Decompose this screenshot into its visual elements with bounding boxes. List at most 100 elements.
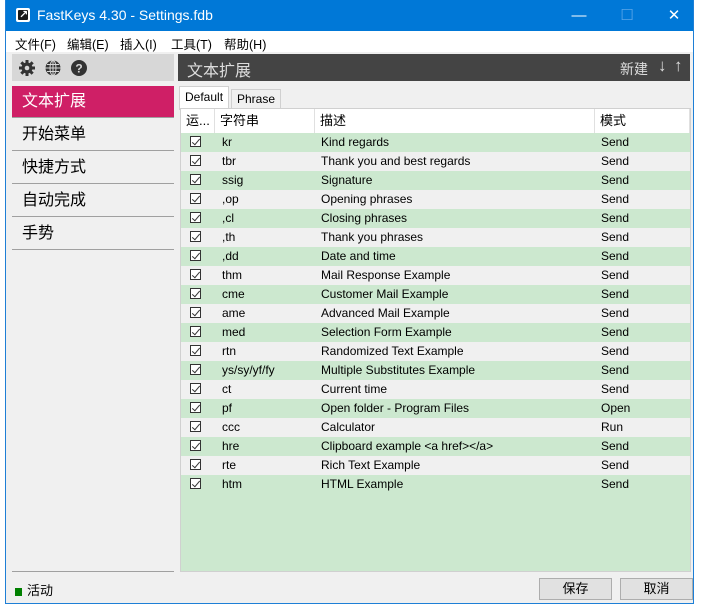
mode-cell: Send (601, 268, 630, 282)
table-row[interactable]: ,cl Closing phrases Send (181, 209, 690, 228)
string-cell: hre (222, 439, 240, 453)
minimize-button[interactable]: — (556, 0, 602, 31)
description-cell: Customer Mail Example (321, 287, 449, 301)
table-row[interactable]: rtn Randomized Text Example Send (181, 342, 690, 361)
mode-cell: Run (601, 420, 624, 434)
active-cell (181, 361, 215, 380)
active-checkbox[interactable] (190, 402, 201, 413)
table-row[interactable]: kr Kind regards Send (181, 133, 690, 152)
close-button[interactable]: ✕ (651, 0, 697, 31)
sidebar-item-autocomplete[interactable]: 自动完成 (12, 185, 174, 217)
description-cell: Thank you phrases (321, 230, 424, 244)
column-header-description[interactable]: 描述 (315, 109, 595, 133)
mode-cell: Send (601, 287, 630, 301)
active-checkbox[interactable] (190, 326, 201, 337)
description-cell: Closing phrases (321, 211, 408, 225)
table-row[interactable]: pf Open folder - Program Files Open (181, 399, 690, 418)
sidebar: 文本扩展 开始菜单 快捷方式 自动完成 手势 (12, 86, 174, 251)
active-checkbox[interactable] (190, 459, 201, 470)
active-checkbox[interactable] (190, 193, 201, 204)
active-checkbox[interactable] (190, 478, 201, 489)
table-row[interactable]: ct Current time Send (181, 380, 690, 399)
table-row[interactable]: ssig Signature Send (181, 171, 690, 190)
table-row[interactable]: htm HTML Example Send (181, 475, 690, 494)
active-cell (181, 247, 215, 266)
string-cell: ,th (222, 230, 236, 244)
active-checkbox[interactable] (190, 212, 201, 223)
move-down-icon[interactable]: ↓ (658, 56, 667, 76)
active-checkbox[interactable] (190, 421, 201, 432)
active-cell (181, 437, 215, 456)
string-cell: htm (222, 477, 243, 491)
table-row[interactable]: rte Rich Text Example Send (181, 456, 690, 475)
gear-icon[interactable] (18, 59, 36, 77)
active-cell (181, 304, 215, 323)
maximize-button[interactable]: ☐ (604, 0, 650, 31)
string-cell: ,cl (222, 211, 234, 225)
table-row[interactable]: ,op Opening phrases Send (181, 190, 690, 209)
table-body: kr Kind regards Send tbr Thank you and best … (181, 133, 690, 494)
table-row[interactable]: ccc Calculator Run (181, 418, 690, 437)
sidebar-item-text-expander[interactable]: 文本扩展 (12, 86, 174, 118)
active-checkbox[interactable] (190, 250, 201, 261)
column-header-mode[interactable]: 模式 (595, 109, 690, 133)
menu-insert[interactable]: 插入(I) (120, 34, 157, 53)
move-up-icon[interactable]: ↑ (674, 56, 683, 76)
table-row[interactable]: ,th Thank you phrases Send (181, 228, 690, 247)
active-checkbox[interactable] (190, 364, 201, 375)
table-row[interactable]: thm Mail Response Example Send (181, 266, 690, 285)
string-cell: rtn (222, 344, 237, 358)
status-square-icon (15, 587, 22, 596)
table-row[interactable]: cme Customer Mail Example Send (181, 285, 690, 304)
string-cell: rte (222, 458, 237, 472)
new-button[interactable]: 新建 (620, 59, 648, 79)
table-row[interactable]: med Selection Form Example Send (181, 323, 690, 342)
active-checkbox[interactable] (190, 383, 201, 394)
menu-edit[interactable]: 编辑(E) (67, 34, 109, 53)
save-button[interactable]: 保存 (539, 578, 612, 600)
description-cell: Open folder - Program Files (321, 401, 470, 415)
active-checkbox[interactable] (190, 136, 201, 147)
table-row[interactable]: ys/sy/yf/fy Multiple Substitutes Example S… (181, 361, 690, 380)
fastkeys-app-icon: ↗ (16, 8, 30, 22)
active-checkbox[interactable] (190, 155, 201, 166)
sidebar-item-shortcuts[interactable]: 快捷方式 (12, 152, 174, 184)
menu-help[interactable]: 帮助(H) (224, 34, 266, 53)
string-cell: tbr (222, 154, 237, 168)
string-cell: pf (222, 401, 233, 415)
mode-cell: Send (601, 173, 630, 187)
table-row[interactable]: ame Advanced Mail Example Send (181, 304, 690, 323)
description-cell: Calculator (321, 420, 376, 434)
column-header-string[interactable]: 字符串 (215, 109, 315, 133)
help-icon[interactable]: ? (70, 59, 88, 77)
active-cell (181, 456, 215, 475)
cancel-button[interactable]: 取消 (620, 578, 693, 600)
column-header-active[interactable]: 运... (181, 109, 215, 133)
menu-tools[interactable]: 工具(T) (171, 34, 212, 53)
app-window: ↗ FastKeys 4.30 - Settings.fdb — ☐ ✕ 文件(… (5, 0, 694, 604)
table-row[interactable]: ,dd Date and time Send (181, 247, 690, 266)
string-cell: thm (222, 268, 243, 282)
globe-icon[interactable] (44, 59, 62, 77)
tab-default[interactable]: Default (179, 86, 230, 110)
active-checkbox[interactable] (190, 440, 201, 451)
active-checkbox[interactable] (190, 174, 201, 185)
table-row[interactable]: hre Clipboard example <a href></a> Send (181, 437, 690, 456)
mode-cell: Send (601, 154, 630, 168)
menu-file[interactable]: 文件(F) (15, 34, 56, 53)
sidebar-item-gestures[interactable]: 手势 (12, 218, 174, 250)
active-checkbox[interactable] (190, 345, 201, 356)
active-cell (181, 209, 215, 228)
description-cell: HTML Example (321, 477, 404, 491)
table-row[interactable]: tbr Thank you and best regards Send (181, 152, 690, 171)
status-label: 活动 (27, 583, 54, 598)
active-checkbox[interactable] (190, 231, 201, 242)
active-checkbox[interactable] (190, 307, 201, 318)
active-checkbox[interactable] (190, 288, 201, 299)
active-checkbox[interactable] (190, 269, 201, 280)
string-cell: ys/sy/yf/fy (222, 363, 275, 377)
status-indicator: 活动 (15, 580, 53, 599)
section-header: 文本扩展 新建 ↓ ↑ (178, 54, 690, 81)
sidebar-item-start-menu[interactable]: 开始菜单 (12, 119, 174, 151)
tab-phrase-files[interactable]: Phrase files (231, 89, 282, 125)
